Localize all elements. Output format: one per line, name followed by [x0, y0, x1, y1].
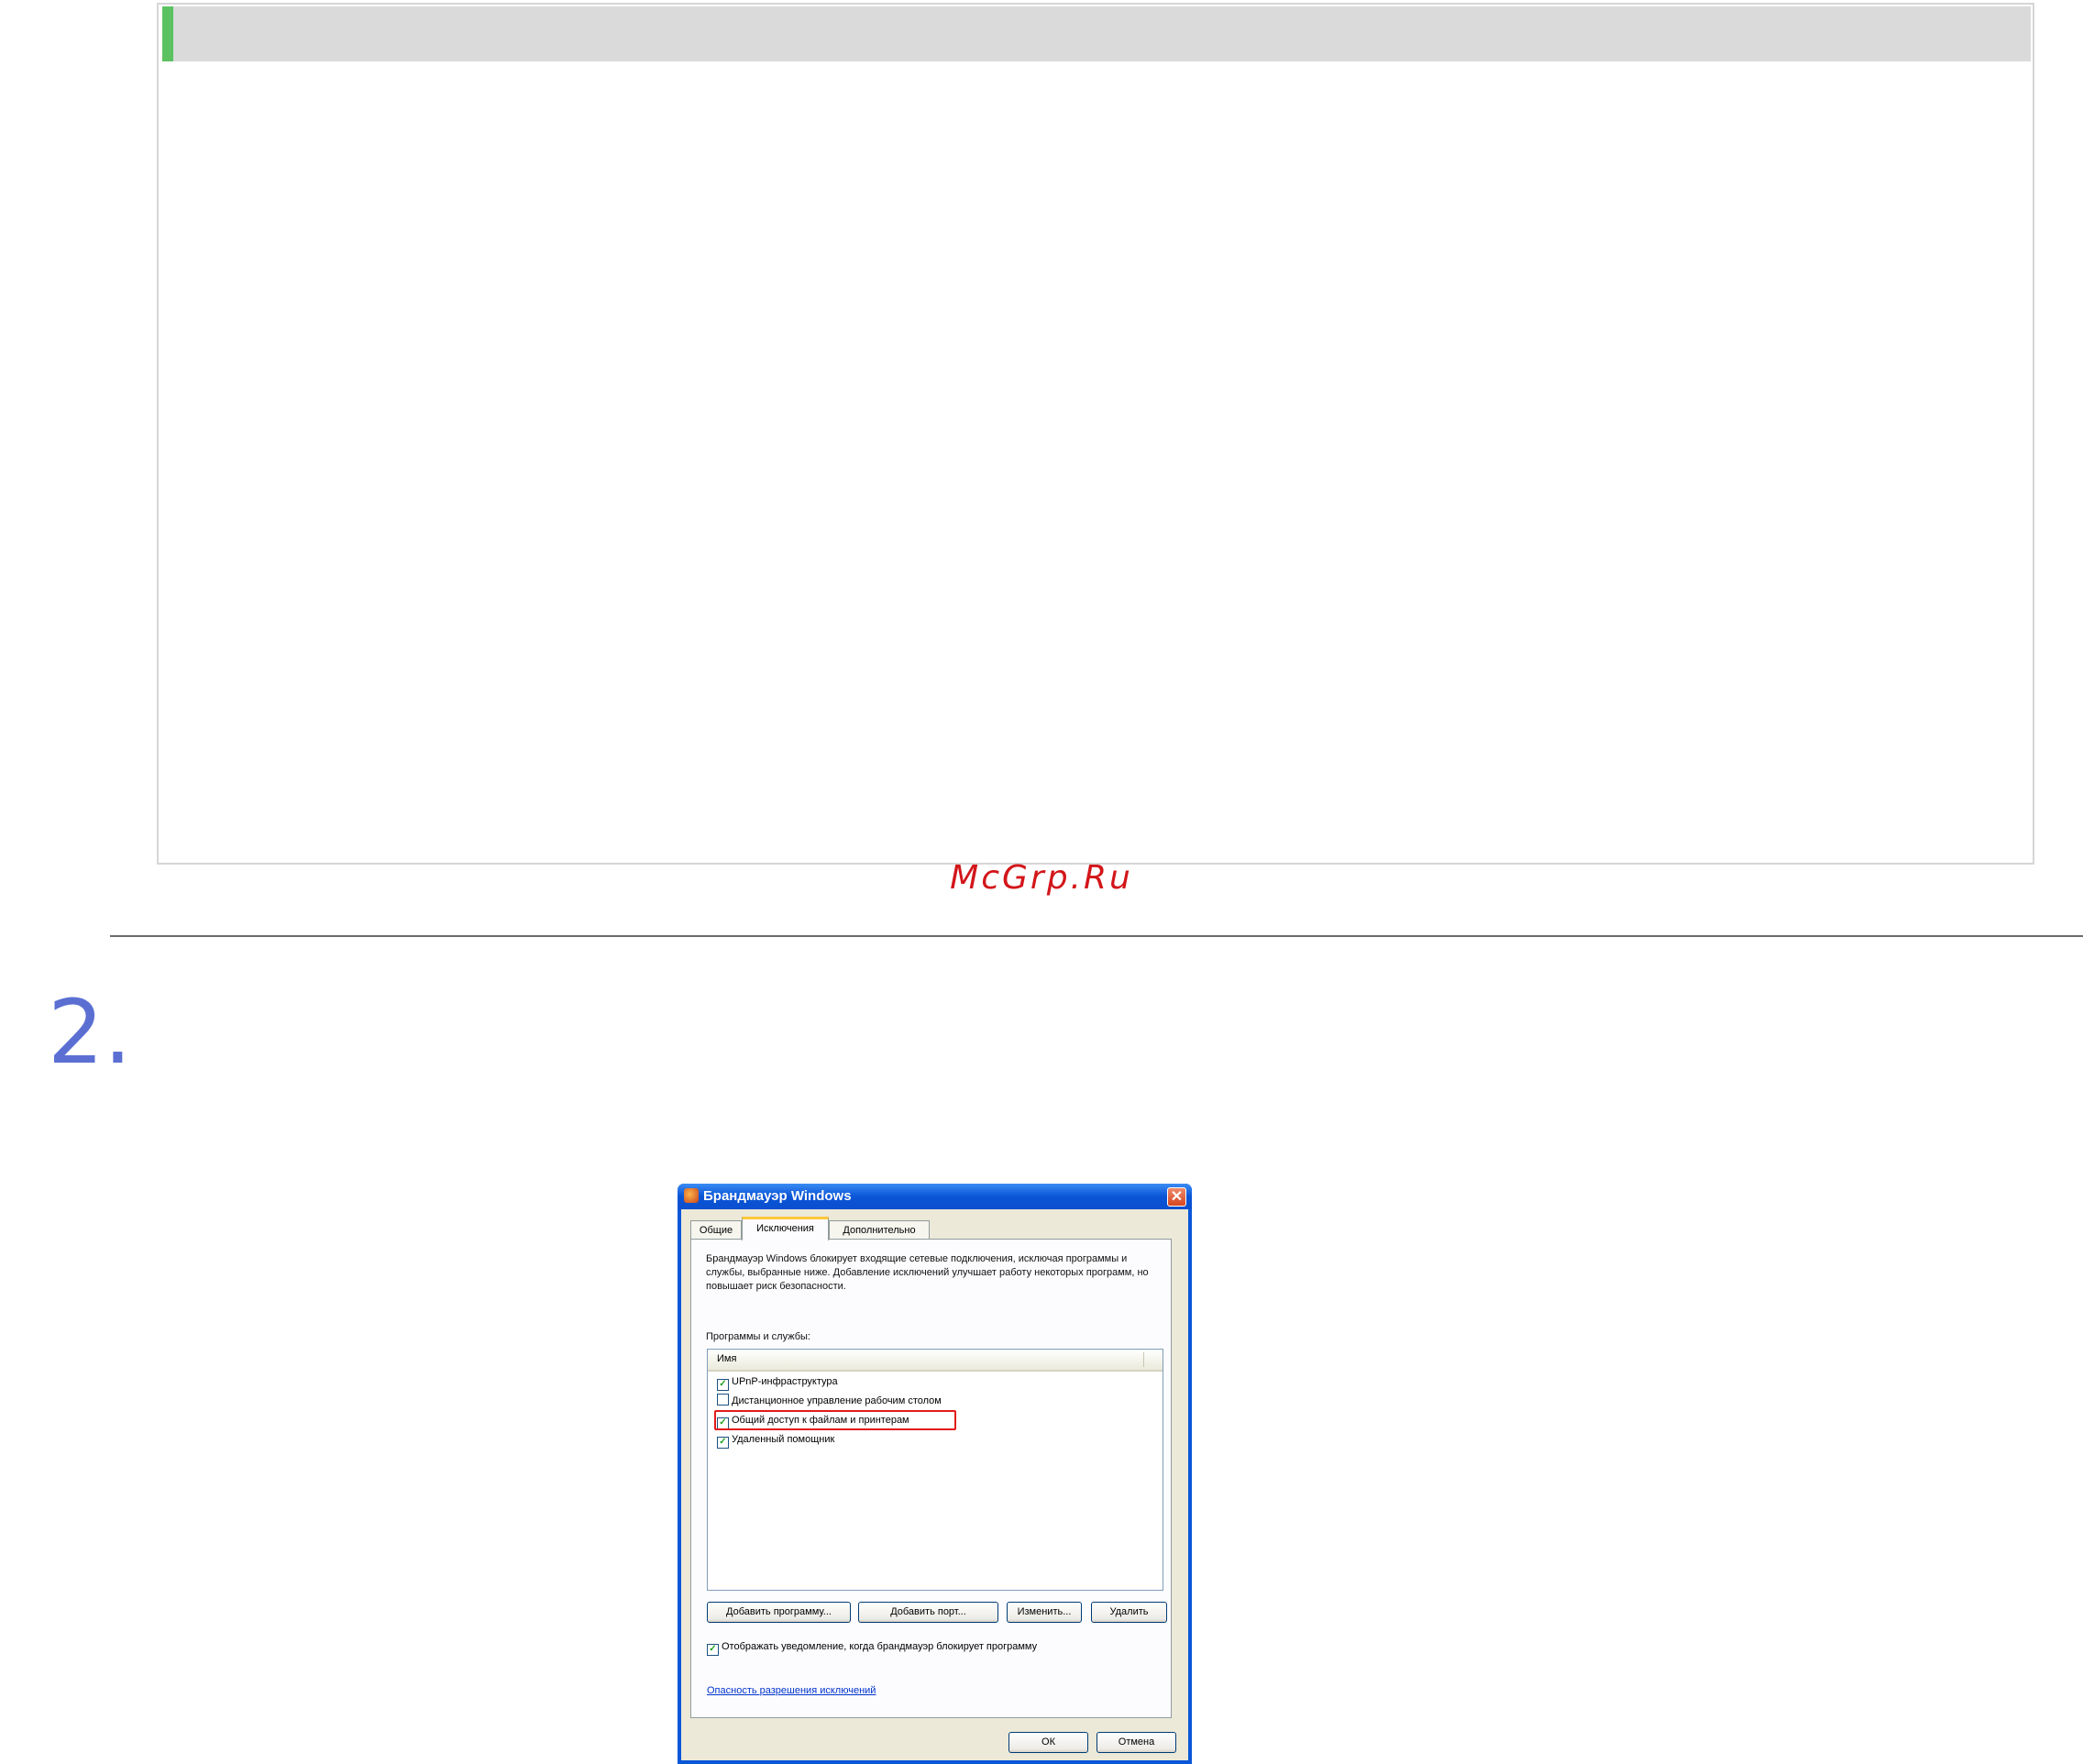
description-text: Брандмауэр Windows блокирует входящие се… — [706, 1253, 1149, 1292]
notify-option[interactable]: ✓ Отображать уведомление, когда брандмауэ… — [707, 1641, 1037, 1656]
list-item-label: Дистанционное управление рабочим столом — [732, 1395, 942, 1406]
dialog-client: Общие Исключения Дополнительно Брандмауэ… — [681, 1209, 1188, 1760]
delete-button[interactable]: Удалить — [1091, 1602, 1167, 1623]
accent-bar — [162, 6, 173, 61]
programs-label: Программы и службы: — [706, 1331, 810, 1342]
list-item-label: UPnP-инфраструктура — [732, 1376, 838, 1387]
close-button[interactable]: ✕ — [1167, 1187, 1186, 1207]
highlight-box — [714, 1410, 956, 1430]
watermark-text: McGrp.Ru — [950, 859, 1133, 897]
firewall-icon — [684, 1188, 699, 1203]
list-item-label: Удаленный помощник — [732, 1434, 835, 1445]
notify-label: Отображать уведомление, когда брандмауэр… — [722, 1641, 1038, 1652]
checkbox-unchecked[interactable] — [717, 1394, 729, 1406]
section-divider — [110, 935, 2083, 937]
close-icon: ✕ — [1170, 1189, 1184, 1205]
content-frame — [157, 3, 2034, 865]
dialog-title: Брандмауэр Windows — [703, 1188, 852, 1204]
list-item[interactable]: ✓ Удаленный помощник — [717, 1432, 834, 1449]
checkbox-checked[interactable]: ✓ — [717, 1379, 729, 1391]
tab-panel-exceptions: Брандмауэр Windows блокирует входящие се… — [690, 1239, 1172, 1718]
add-program-button[interactable]: Добавить программу... — [707, 1602, 851, 1623]
column-name-header[interactable]: Имя — [717, 1353, 736, 1364]
frame-header — [162, 6, 2031, 61]
list-header[interactable]: Имя — [708, 1350, 1163, 1372]
tab-general[interactable]: Общие — [690, 1220, 742, 1240]
tab-advanced[interactable]: Дополнительно — [829, 1220, 930, 1240]
column-separator[interactable] — [1143, 1352, 1144, 1367]
checkbox-checked[interactable]: ✓ — [717, 1437, 729, 1449]
ok-button[interactable]: ОК — [1008, 1732, 1088, 1753]
firewall-dialog: Брандмауэр Windows ✕ Общие Исключения До… — [678, 1184, 1192, 1764]
list-item[interactable]: ✓ UPnP-инфраструктура — [717, 1374, 838, 1391]
tab-exceptions[interactable]: Исключения — [742, 1217, 829, 1240]
exceptions-risk-link[interactable]: Опасность разрешения исключений — [707, 1685, 876, 1696]
cancel-button[interactable]: Отмена — [1097, 1732, 1176, 1753]
add-port-button[interactable]: Добавить порт... — [858, 1602, 998, 1623]
list-item[interactable]: Дистанционное управление рабочим столом — [717, 1394, 942, 1410]
step-number: 2. — [48, 981, 132, 1084]
programs-list[interactable]: Имя ✓ UPnP-инфраструктура Дистанционное у… — [707, 1349, 1163, 1591]
dialog-titlebar[interactable]: Брандмауэр Windows ✕ — [678, 1184, 1192, 1209]
checkbox-checked[interactable]: ✓ — [707, 1644, 719, 1656]
edit-button[interactable]: Изменить... — [1007, 1602, 1082, 1623]
